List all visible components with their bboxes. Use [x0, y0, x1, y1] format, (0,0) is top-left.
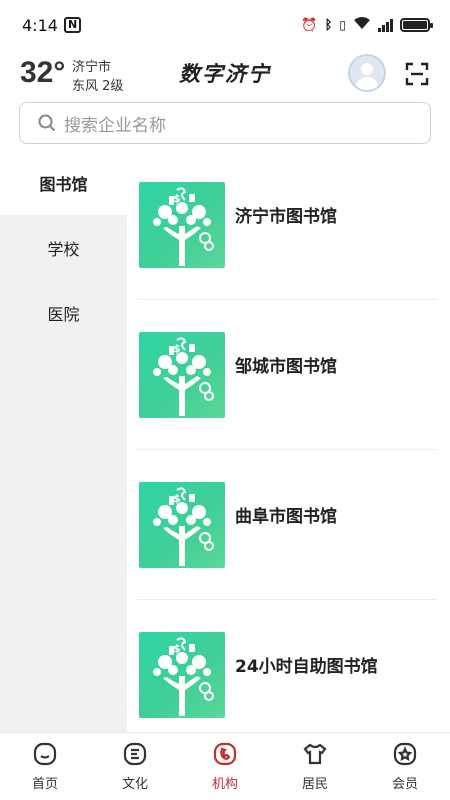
category-sidebar: 图书馆 学校 医院 — [0, 150, 127, 732]
nav-label: 会员 — [391, 777, 418, 792]
institution-icon — [213, 742, 237, 766]
avatar[interactable] — [348, 54, 386, 92]
header: 32° 济宁市 东风 2级 数字济宁 — [0, 50, 450, 98]
search-icon — [38, 114, 56, 132]
library-tree-icon: $ — [139, 632, 225, 718]
avatar-head — [361, 63, 373, 75]
sidebar-item-hospital[interactable]: 医院 — [0, 280, 127, 345]
svg-text:$: $ — [173, 492, 181, 505]
library-tree-icon: $ — [139, 332, 225, 418]
battery-icon — [400, 18, 433, 32]
svg-text:$: $ — [173, 342, 181, 355]
nfc-icon: N — [63, 17, 82, 33]
nav-label: 文化 — [121, 777, 148, 792]
search-placeholder: 搜索企业名称 — [64, 115, 166, 136]
nav-home[interactable]: 首页 — [0, 733, 90, 800]
search-bar[interactable]: 搜索企业名称 — [19, 102, 431, 144]
nav-label: 机构 — [211, 777, 238, 792]
avatar-body — [355, 77, 379, 90]
sidebar-item-library[interactable]: 图书馆 — [0, 150, 127, 215]
scan-icon — [405, 62, 429, 86]
scan-button[interactable] — [405, 62, 429, 86]
member-icon — [393, 742, 417, 766]
wifi-icon — [353, 16, 371, 34]
alarm-icon: ⏰ — [301, 17, 318, 33]
list-item[interactable]: $ 曲阜市图书馆 — [137, 450, 437, 600]
svg-text:$: $ — [173, 642, 181, 655]
vibrate-icon: ▯ — [339, 18, 346, 32]
institution-list: $ 济宁市图书馆 $ 邹城市图书馆 $ 曲阜市图书馆 $ 24小时自助图书馆 — [137, 150, 437, 750]
weather-wind: 东风 2级 — [72, 79, 124, 94]
home-icon — [33, 742, 57, 766]
list-item-name: 曲阜市图书馆 — [235, 507, 337, 527]
library-tree-icon: $ — [139, 182, 225, 268]
status-time: 4:14 — [22, 15, 58, 35]
nav-label: 居民 — [301, 777, 328, 792]
list-item[interactable]: $ 邹城市图书馆 — [137, 300, 437, 450]
list-item[interactable]: $ 济宁市图书馆 — [137, 150, 437, 300]
list-item-name: 济宁市图书馆 — [235, 207, 337, 227]
list-item[interactable]: $ 24小时自助图书馆 — [137, 600, 437, 750]
sidebar-item-school[interactable]: 学校 — [0, 215, 127, 280]
nav-label: 首页 — [31, 777, 58, 792]
status-bar: 4:14 N ⏰ ᛒ ▯ — [0, 0, 450, 50]
bottom-nav: 首页 文化 机构 居民 会员 — [0, 732, 450, 800]
nav-culture[interactable]: 文化 — [90, 733, 180, 800]
sidebar-item-label: 图书馆 — [39, 174, 88, 194]
content-area: 图书馆 学校 医院 $ 济宁市图书馆 $ 邹城市图书馆 $ 曲阜市图书馆 $ 2… — [0, 150, 450, 732]
sidebar-item-label: 医院 — [47, 304, 80, 324]
nav-institution[interactable]: 机构 — [180, 733, 270, 800]
resident-icon — [303, 743, 327, 765]
library-tree-icon: $ — [139, 482, 225, 568]
signal-icon — [378, 18, 393, 32]
nav-resident[interactable]: 居民 — [270, 733, 360, 800]
weather-city: 济宁市 — [72, 60, 112, 75]
list-item-name: 邹城市图书馆 — [235, 357, 337, 377]
culture-icon — [123, 742, 147, 766]
sidebar-item-label: 学校 — [47, 239, 80, 259]
bluetooth-icon: ᛒ — [324, 17, 333, 33]
svg-text:$: $ — [173, 192, 181, 205]
list-item-name: 24小时自助图书馆 — [235, 657, 378, 677]
weather-temperature: 32° — [20, 56, 66, 89]
nav-member[interactable]: 会员 — [360, 733, 450, 800]
